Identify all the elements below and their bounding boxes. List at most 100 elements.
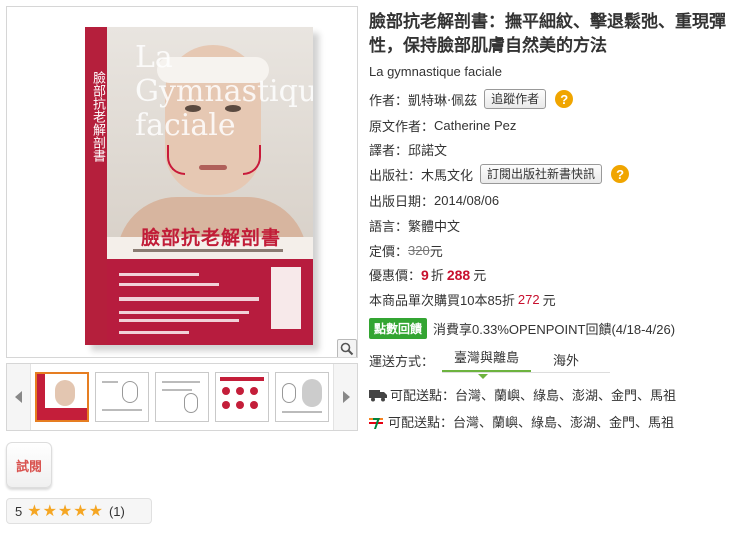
thumb-face [302,379,322,407]
list-price-value: 320 [408,243,430,258]
language-row: 語言： 繁體中文 [369,216,460,235]
thumb-line [162,381,200,383]
bulk-price-unit: 元 [542,293,556,308]
cover-photo: La Gymnastique faciale [107,27,313,237]
band-line [119,331,189,334]
original-author-row: 原文作者： Catherine Pez [369,116,516,135]
spine-title: 臉部抗老解剖書 [90,70,105,162]
original-author-label: 原文作者： [369,119,435,134]
thumb-dot [236,387,244,395]
help-icon[interactable]: ? [611,165,630,183]
cover-chinese-title: 臉部抗老解剖書 [141,227,282,249]
help-icon[interactable]: ? [555,90,574,108]
publisher-link[interactable]: 木馬文化 [421,165,473,184]
chevron-right-icon [342,391,350,403]
thumb-spine [37,374,45,420]
magnifier-icon [340,342,354,356]
thumb-line [162,389,192,391]
cover-red-band [107,259,313,345]
book-cover: 臉部抗老解剖書 La Gymnastique faciale 臉部抗老解剖書 [85,27,313,345]
book-cover-image[interactable]: 臉部抗老解剖書 La Gymnastique faciale 臉部抗老解剖書 [6,6,358,358]
thumbnail-item[interactable] [155,372,209,422]
thumb-dot [250,401,258,409]
thumbnail-carousel [6,363,358,431]
zoom-button[interactable] [337,339,357,357]
book-spine: 臉部抗老解剖書 [85,27,107,345]
home-delivery-text: 可配送點：台灣、蘭嶼、綠島、澎湖、金門、馬祖 [390,388,677,403]
author-link[interactable]: 凱特琳‧佩茲 [408,90,477,109]
thumb-line [102,381,118,383]
tab-overseas[interactable]: 海外 [541,350,591,373]
chevron-left-icon [14,391,22,403]
preview-button[interactable]: 試閱 [6,442,52,488]
subscribe-publisher-button[interactable]: 訂閱出版社新書快訊 [480,164,603,184]
list-price-label: 定價： [369,244,409,259]
follow-author-button[interactable]: 追蹤作者 [484,89,547,109]
bulk-price-row: 本商品單次購買10本85折 272 元 [369,290,556,309]
points-text: 消費享0.33%OPENPOINT回饋(4/18-4/26) [433,322,676,337]
tab-active-indicator [478,374,489,379]
original-title: La gymnastique faciale [369,64,502,79]
author-row: 作者： 凱特琳‧佩茲 追蹤作者 ? [369,89,574,109]
original-author-link[interactable]: Catherine Pez [434,118,516,133]
book-title: 臉部抗老解剖書：撫平細紋、擊退鬆弛、重現彈性，保持臉部肌膚自然美的方法 [369,12,726,55]
pub-date-value: 2014/08/06 [434,193,500,208]
thumb-dot [236,401,244,409]
author-label: 作者： [369,92,409,108]
band-line [119,273,199,276]
shipping-label: 運送方式： [369,353,435,369]
thumbnail-item[interactable] [215,372,269,422]
thumb-line [282,411,322,413]
thumb-dot [222,387,230,395]
band-badge [271,267,301,329]
bulk-price-text: 本商品單次購買10本85折 [369,293,515,308]
rating-stars: ★★★★★ [27,503,104,520]
band-line [119,319,239,322]
translator-link[interactable]: 邱諾文 [408,140,447,159]
band-line [119,297,259,301]
band-line [119,283,219,286]
thumb-dot [222,401,230,409]
points-row: 點數回饋 消費享0.33%OPENPOINT回饋(4/18-4/26) [369,318,675,339]
publisher-row: 出版社： 木馬文化 訂閱出版社新書快訊 ? [369,164,630,184]
thumbnail-item[interactable] [275,372,329,422]
rating-score: 5 [15,503,23,519]
shipping-tabs: 臺灣與離島 海外 [442,347,611,379]
thumb-header [220,377,264,381]
thumb-face [55,380,75,406]
cover-latin-title: La Gymnastique faciale [135,40,313,143]
thumbnail-prev-button[interactable] [7,364,31,430]
truck-icon [369,389,387,401]
language-label: 語言： [369,219,409,234]
seven-eleven-icon [369,414,383,429]
cover-arrow-right [243,145,261,175]
rating-count: (1) [108,503,125,519]
thumb-line [102,409,142,411]
sale-price-label: 優惠價： [369,268,422,283]
product-info: 臉部抗老解剖書：撫平細紋、擊退鬆弛、重現彈性，保持臉部肌膚自然美的方法 La g… [369,10,731,79]
thumb-dot [250,387,258,395]
pub-date-row: 出版日期： 2014/08/06 [369,191,499,210]
rating-summary[interactable]: 5 ★★★★★ (1) [6,498,152,524]
translator-label: 譯者： [369,143,409,158]
tab-baseline [442,372,611,373]
thumb-face [282,383,296,403]
sale-price-unit: 元 [473,268,487,283]
list-price-row: 定價： 320 元 [369,241,443,260]
points-badge: 點數回饋 [369,318,428,339]
thumbnail-item[interactable] [95,372,149,422]
sale-price-row: 優惠價： 9 折 288 元 [369,265,486,284]
thumbnail-next-button[interactable] [333,364,357,430]
cover-subtitle-line [133,249,283,252]
list-price-unit: 元 [429,244,443,259]
tab-taiwan-islands[interactable]: 臺灣與離島 [442,347,532,373]
band-line [119,311,249,314]
thumb-face [122,381,138,403]
cover-mouth [199,165,227,170]
home-delivery-row: 可配送點：台灣、蘭嶼、綠島、澎湖、金門、馬祖 [369,385,676,404]
sale-price-value: 288 [446,266,471,283]
thumb-band [45,408,87,420]
thumb-face [184,393,198,413]
thumbnail-item[interactable] [35,372,89,422]
bulk-price-value: 272 [517,292,540,307]
